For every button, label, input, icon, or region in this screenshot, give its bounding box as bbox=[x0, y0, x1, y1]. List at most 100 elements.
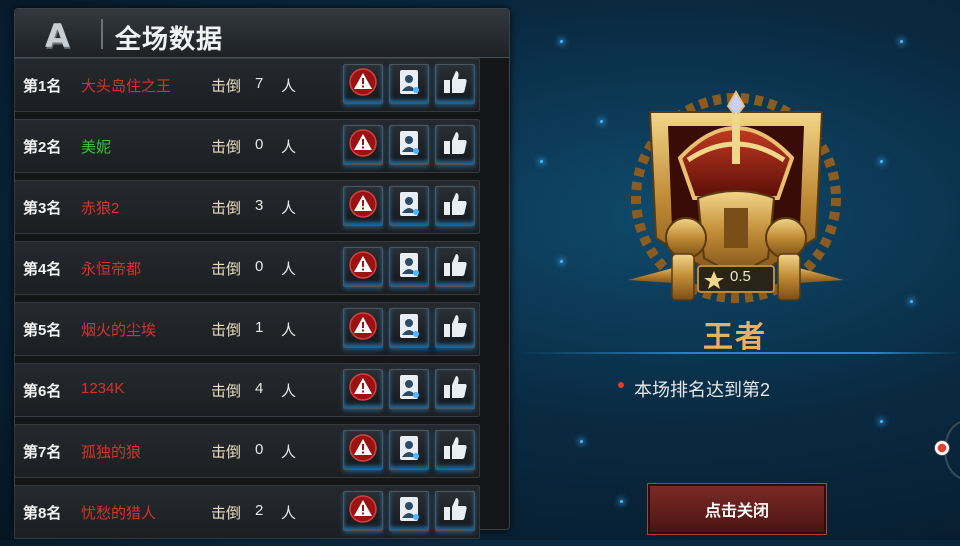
profile-card-icon bbox=[394, 311, 424, 346]
view-profile-button[interactable] bbox=[389, 308, 429, 348]
kill-label: 击倒 bbox=[211, 383, 242, 400]
kill-count: 3 bbox=[255, 197, 264, 214]
player-name: 孤独的狼 bbox=[81, 444, 142, 461]
player-rank: 第6名 bbox=[23, 383, 62, 400]
kill-count: 4 bbox=[255, 380, 264, 397]
player-rank: 第3名 bbox=[23, 200, 62, 217]
profile-card-icon bbox=[394, 67, 424, 102]
player-row: 第7名 孤独的狼 击倒 0 人 bbox=[14, 424, 480, 478]
player-rank: 第1名 bbox=[23, 78, 62, 95]
kill-label: 击倒 bbox=[211, 322, 242, 339]
thumbs-up-icon bbox=[440, 128, 470, 163]
profile-card-icon bbox=[394, 494, 424, 529]
thumbs-up-icon bbox=[440, 250, 470, 285]
kill-count: 0 bbox=[255, 258, 264, 275]
warning-icon bbox=[348, 128, 378, 163]
warning-icon bbox=[348, 372, 378, 407]
thumbs-up-icon bbox=[440, 433, 470, 468]
player-name: 赤狼2 bbox=[81, 200, 120, 217]
warning-icon bbox=[348, 494, 378, 529]
person-unit: 人 bbox=[281, 200, 297, 217]
grade-letter-badge: A bbox=[45, 17, 70, 55]
sparkle bbox=[910, 300, 913, 303]
report-button[interactable] bbox=[343, 125, 383, 165]
thumbs-up-icon bbox=[440, 494, 470, 529]
kill-count: 1 bbox=[255, 319, 264, 336]
view-profile-button[interactable] bbox=[389, 430, 429, 470]
kill-label: 击倒 bbox=[211, 444, 242, 461]
kill-count: 7 bbox=[255, 75, 264, 92]
sparkle bbox=[880, 160, 883, 163]
like-button[interactable] bbox=[435, 491, 475, 531]
report-button[interactable] bbox=[343, 369, 383, 409]
warning-icon bbox=[348, 433, 378, 468]
report-button[interactable] bbox=[343, 308, 383, 348]
sparkle bbox=[880, 420, 883, 423]
view-profile-button[interactable] bbox=[389, 64, 429, 104]
thumbs-up-icon bbox=[440, 372, 470, 407]
player-rank: 第5名 bbox=[23, 322, 62, 339]
player-name: 美妮 bbox=[81, 139, 112, 156]
person-unit: 人 bbox=[281, 505, 297, 522]
player-row: 第5名 烟火的尘埃 击倒 1 人 bbox=[14, 302, 480, 356]
sparkle bbox=[620, 500, 623, 503]
header-divider bbox=[101, 19, 103, 49]
report-button[interactable] bbox=[343, 64, 383, 104]
player-name: 1234K bbox=[81, 380, 125, 397]
player-rank: 第8名 bbox=[23, 505, 62, 522]
profile-card-icon bbox=[394, 189, 424, 224]
player-name: 永恒帝都 bbox=[81, 261, 142, 278]
player-name: 大头岛住之王 bbox=[81, 78, 172, 95]
like-button[interactable] bbox=[435, 64, 475, 104]
profile-card-icon bbox=[394, 433, 424, 468]
rank-title: 王者 bbox=[703, 321, 767, 354]
player-name: 忧愁的猎人 bbox=[81, 505, 157, 522]
profile-card-icon bbox=[394, 372, 424, 407]
view-profile-button[interactable] bbox=[389, 125, 429, 165]
view-profile-button[interactable] bbox=[389, 491, 429, 531]
player-rank: 第7名 bbox=[23, 444, 62, 461]
kill-label: 击倒 bbox=[211, 200, 242, 217]
panel-title: 全场数据 bbox=[115, 24, 224, 54]
warning-icon bbox=[348, 67, 378, 102]
like-button[interactable] bbox=[435, 125, 475, 165]
sparkle bbox=[560, 260, 563, 263]
like-button[interactable] bbox=[435, 430, 475, 470]
report-button[interactable] bbox=[343, 247, 383, 287]
kill-count: 2 bbox=[255, 502, 264, 519]
sparkle bbox=[560, 40, 563, 43]
like-button[interactable] bbox=[435, 247, 475, 287]
view-profile-button[interactable] bbox=[389, 186, 429, 226]
report-button[interactable] bbox=[343, 491, 383, 531]
person-unit: 人 bbox=[281, 139, 297, 156]
kill-label: 击倒 bbox=[211, 78, 242, 95]
kill-label: 击倒 bbox=[211, 505, 242, 522]
kill-label: 击倒 bbox=[211, 261, 242, 278]
person-unit: 人 bbox=[281, 444, 297, 461]
like-button[interactable] bbox=[435, 369, 475, 409]
player-name: 烟火的尘埃 bbox=[81, 322, 157, 339]
warning-icon bbox=[348, 250, 378, 285]
panel-header: A 全场数据 bbox=[15, 9, 509, 58]
person-unit: 人 bbox=[281, 261, 297, 278]
bullet-icon bbox=[618, 382, 624, 388]
side-toggle-icon[interactable] bbox=[934, 440, 950, 456]
divider-line bbox=[520, 352, 960, 354]
report-button[interactable] bbox=[343, 430, 383, 470]
view-profile-button[interactable] bbox=[389, 247, 429, 287]
player-rank: 第4名 bbox=[23, 261, 62, 278]
sparkle bbox=[600, 120, 603, 123]
ranking-info-text: 本场排名达到第2 bbox=[634, 380, 771, 400]
person-unit: 人 bbox=[281, 322, 297, 339]
close-button[interactable]: 点击关闭 bbox=[647, 483, 827, 535]
view-profile-button[interactable] bbox=[389, 369, 429, 409]
like-button[interactable] bbox=[435, 186, 475, 226]
like-button[interactable] bbox=[435, 308, 475, 348]
report-button[interactable] bbox=[343, 186, 383, 226]
player-row: 第2名 美妮 击倒 0 人 bbox=[14, 119, 480, 173]
profile-card-icon bbox=[394, 250, 424, 285]
warning-icon bbox=[348, 189, 378, 224]
profile-card-icon bbox=[394, 128, 424, 163]
kill-count: 0 bbox=[255, 441, 264, 458]
player-row: 第6名 1234K 击倒 4 人 bbox=[14, 363, 480, 417]
